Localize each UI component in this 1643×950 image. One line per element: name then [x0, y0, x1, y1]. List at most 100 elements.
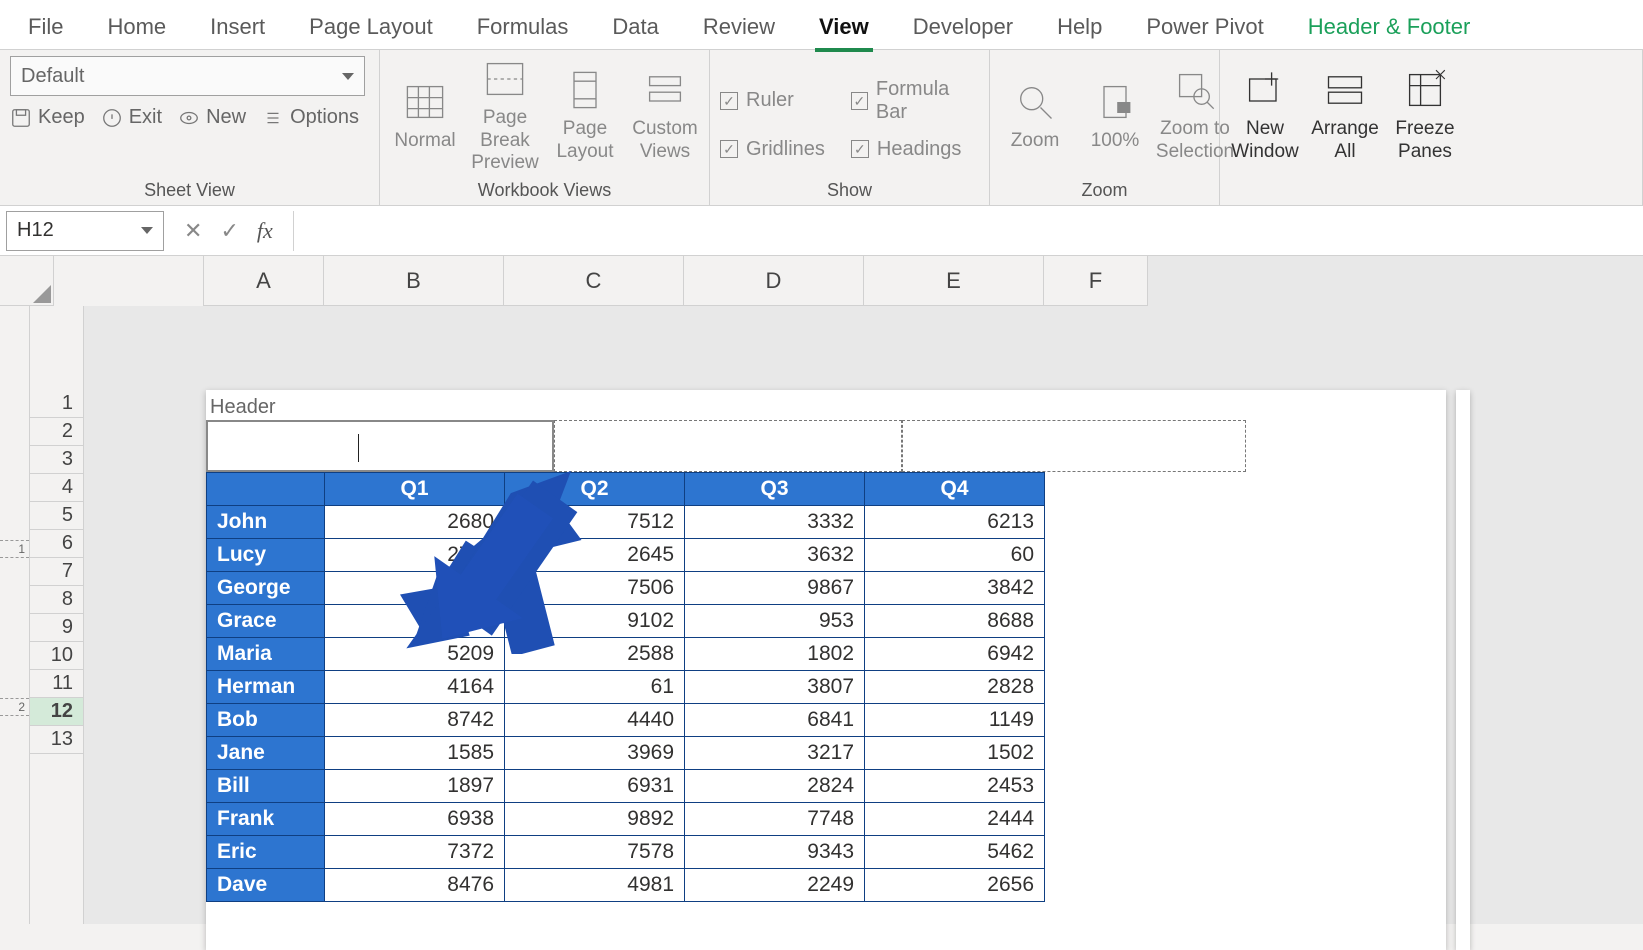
header-right-input[interactable]	[902, 420, 1246, 472]
zoom-100-button[interactable]: 100%	[1080, 80, 1150, 153]
row-header-13[interactable]: 13	[30, 726, 83, 754]
row-header-6[interactable]: 6	[30, 530, 83, 558]
cell-value[interactable]: 6213	[865, 506, 1045, 539]
cell-value[interactable]: 6938	[325, 803, 505, 836]
cell-value[interactable]: 5462	[865, 836, 1045, 869]
cell-value[interactable]: 6841	[685, 704, 865, 737]
row-header-3[interactable]: 3	[30, 446, 83, 474]
headings-checkbox[interactable]: Headings	[851, 138, 979, 161]
cell-value[interactable]: 3217	[685, 737, 865, 770]
cell-name[interactable]: Bob	[207, 704, 325, 737]
new-window-button[interactable]: New Window	[1230, 68, 1300, 164]
cancel-edit-icon[interactable]: ✕	[184, 218, 202, 244]
formula-bar-checkbox[interactable]: Formula Bar	[851, 78, 979, 124]
ruler-checkbox[interactable]: Ruler	[720, 78, 825, 124]
header-center-input[interactable]	[554, 420, 902, 472]
select-all-corner[interactable]	[0, 256, 54, 306]
cell-name[interactable]: Grace	[207, 605, 325, 638]
row-header-9[interactable]: 9	[30, 614, 83, 642]
cell-name[interactable]: Bill	[207, 770, 325, 803]
cell-value[interactable]: 9102	[505, 605, 685, 638]
cell-value[interactable]: 6942	[865, 638, 1045, 671]
row-header-11[interactable]: 11	[30, 670, 83, 698]
cell-value[interactable]: 2249	[685, 869, 865, 902]
cell-value[interactable]: 2645	[505, 539, 685, 572]
row-header-7[interactable]: 7	[30, 558, 83, 586]
cell-name[interactable]: George	[207, 572, 325, 605]
tab-review[interactable]: Review	[699, 6, 779, 48]
cell-value[interactable]: 7234	[325, 572, 505, 605]
cell-value[interactable]: 4164	[325, 671, 505, 704]
cell-value[interactable]: 3969	[505, 737, 685, 770]
column-header-a[interactable]: A	[204, 256, 324, 305]
custom-views-button[interactable]: Custom Views	[630, 68, 700, 164]
th-blank[interactable]	[207, 473, 325, 506]
cell-value[interactable]: 2824	[685, 770, 865, 803]
cell-value[interactable]: 8710	[325, 605, 505, 638]
cell-name[interactable]: Frank	[207, 803, 325, 836]
row-header-8[interactable]: 8	[30, 586, 83, 614]
cell-value[interactable]: 8688	[865, 605, 1045, 638]
tab-formulas[interactable]: Formulas	[473, 6, 573, 48]
zoom-button[interactable]: Zoom	[1000, 80, 1070, 153]
tab-developer[interactable]: Developer	[909, 6, 1017, 48]
cell-value[interactable]: 9867	[685, 572, 865, 605]
freeze-panes-button[interactable]: Freeze Panes	[1390, 68, 1460, 164]
cell-name[interactable]: Eric	[207, 836, 325, 869]
formula-input[interactable]	[293, 211, 1643, 251]
name-box[interactable]: H12	[6, 211, 164, 251]
cell-name[interactable]: Dave	[207, 869, 325, 902]
cell-value[interactable]: 7506	[505, 572, 685, 605]
cell-name[interactable]: Maria	[207, 638, 325, 671]
page-layout-button[interactable]: Page Layout	[550, 68, 620, 164]
cell-name[interactable]: Jane	[207, 737, 325, 770]
cell-value[interactable]: 7512	[505, 506, 685, 539]
cell-value[interactable]: 1897	[325, 770, 505, 803]
cell-value[interactable]: 5209	[325, 638, 505, 671]
new-button[interactable]: New	[178, 106, 246, 129]
exit-button[interactable]: Exit	[101, 106, 162, 129]
th-q2[interactable]: Q2	[505, 473, 685, 506]
cell-value[interactable]: 2656	[865, 869, 1045, 902]
header-left-input[interactable]	[206, 420, 554, 472]
row-header-12[interactable]: 12	[30, 698, 83, 726]
cell-value[interactable]: 9343	[685, 836, 865, 869]
cell-value[interactable]: 60	[865, 539, 1045, 572]
tab-data[interactable]: Data	[608, 6, 662, 48]
column-header-f[interactable]: F	[1044, 256, 1148, 305]
column-header-d[interactable]: D	[684, 256, 864, 305]
cell-value[interactable]: 6931	[505, 770, 685, 803]
cell-value[interactable]: 7578	[505, 836, 685, 869]
cell-value[interactable]: 3807	[685, 671, 865, 704]
cell-value[interactable]: 2828	[865, 671, 1045, 704]
cell-value[interactable]: 9892	[505, 803, 685, 836]
cell-value[interactable]: 3842	[865, 572, 1045, 605]
row-header-2[interactable]: 2	[30, 418, 83, 446]
cell-value[interactable]: 1149	[865, 704, 1045, 737]
confirm-edit-icon[interactable]: ✓	[220, 218, 238, 244]
tab-header-footer[interactable]: Header & Footer	[1304, 6, 1475, 48]
cell-value[interactable]: 2736	[325, 539, 505, 572]
normal-view-button[interactable]: Normal	[390, 80, 460, 153]
cell-value[interactable]: 7748	[685, 803, 865, 836]
options-button[interactable]: Options	[262, 106, 359, 129]
tab-page-layout[interactable]: Page Layout	[305, 6, 437, 48]
row-header-4[interactable]: 4	[30, 474, 83, 502]
tab-help[interactable]: Help	[1053, 6, 1106, 48]
cell-value[interactable]: 61	[505, 671, 685, 704]
column-header-b[interactable]: B	[324, 256, 504, 305]
tab-file[interactable]: File	[24, 6, 67, 48]
cell-name[interactable]: John	[207, 506, 325, 539]
column-header-c[interactable]: C	[504, 256, 684, 305]
th-q1[interactable]: Q1	[325, 473, 505, 506]
cell-value[interactable]: 8742	[325, 704, 505, 737]
cell-value[interactable]: 953	[685, 605, 865, 638]
arrange-all-button[interactable]: Arrange All	[1310, 68, 1380, 164]
page-break-preview-button[interactable]: Page Break Preview	[470, 57, 540, 175]
cell-name[interactable]: Herman	[207, 671, 325, 704]
row-header-10[interactable]: 10	[30, 642, 83, 670]
cell-value[interactable]: 8476	[325, 869, 505, 902]
cell-value[interactable]: 1502	[865, 737, 1045, 770]
tab-home[interactable]: Home	[103, 6, 170, 48]
cell-value[interactable]: 1585	[325, 737, 505, 770]
